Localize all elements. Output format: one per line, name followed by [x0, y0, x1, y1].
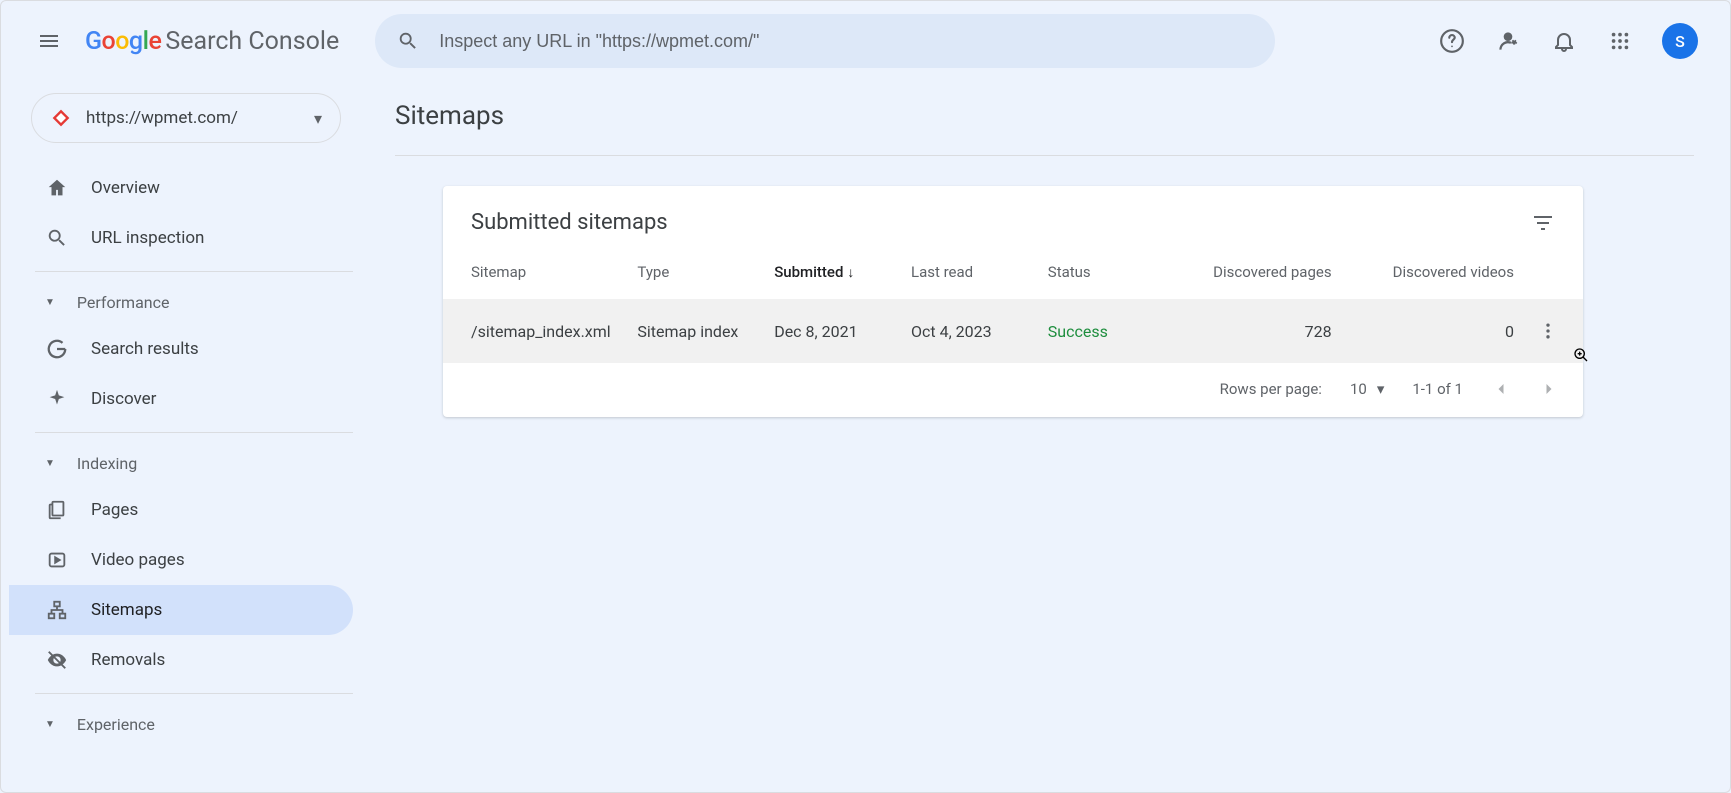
nav-label: Pages	[91, 500, 138, 520]
nav-video-pages[interactable]: Video pages	[9, 535, 353, 585]
menu-button[interactable]	[25, 17, 73, 65]
table-pagination: Rows per page: 10 ▾ 1-1 of 1	[443, 363, 1583, 417]
prev-page-button[interactable]	[1491, 379, 1511, 399]
removals-icon	[45, 649, 69, 671]
cell-discovered-videos: 0	[1344, 299, 1526, 363]
card-title: Submitted sitemaps	[471, 210, 668, 235]
nav-discover[interactable]: Discover	[9, 374, 353, 424]
rows-per-page-value: 10	[1350, 380, 1367, 398]
user-settings-button[interactable]	[1494, 27, 1522, 55]
avatar-initial: S	[1675, 32, 1685, 51]
url-inspect-search[interactable]	[375, 14, 1275, 68]
submitted-sitemaps-card: Submitted sitemaps Sitemap Type Submitte…	[443, 186, 1583, 417]
group-label: Indexing	[77, 454, 137, 473]
home-icon	[45, 177, 69, 199]
rows-per-page-select[interactable]: 10 ▾	[1350, 380, 1384, 398]
nav-url-inspection[interactable]: URL inspection	[9, 213, 353, 263]
nav-label: Video pages	[91, 550, 185, 570]
search-icon	[397, 30, 419, 52]
g-icon	[45, 338, 69, 360]
search-icon	[45, 227, 69, 249]
divider	[35, 271, 353, 272]
notifications-button[interactable]	[1550, 27, 1578, 55]
cell-discovered-pages: 728	[1173, 299, 1344, 363]
nav-sitemaps[interactable]: Sitemaps	[9, 585, 353, 635]
col-last-read[interactable]: Last read	[899, 243, 1036, 299]
account-avatar[interactable]: S	[1662, 23, 1698, 59]
page-title: Sitemaps	[395, 77, 1694, 156]
chevron-down-icon: ▾	[1377, 380, 1385, 398]
property-selector[interactable]: https://wpmet.com/ ▾	[31, 93, 341, 143]
filter-icon	[1531, 211, 1555, 235]
divider	[35, 693, 353, 694]
nav-group-performance[interactable]: ▼ Performance	[9, 280, 353, 324]
col-status[interactable]: Status	[1036, 243, 1173, 299]
chevron-right-icon	[1539, 379, 1559, 399]
cell-type: Sitemap index	[625, 299, 762, 363]
help-icon	[1439, 28, 1465, 54]
person-gear-icon	[1495, 28, 1521, 54]
nav-label: Removals	[91, 650, 165, 670]
col-sitemap[interactable]: Sitemap	[443, 243, 625, 299]
nav-group-experience[interactable]: ▼ Experience	[9, 702, 353, 746]
help-button[interactable]	[1438, 27, 1466, 55]
nav-pages[interactable]: Pages	[9, 485, 353, 535]
next-page-button[interactable]	[1539, 379, 1559, 399]
triangle-down-icon: ▼	[45, 719, 55, 730]
cell-status: Success	[1036, 299, 1173, 363]
video-icon	[45, 549, 69, 571]
nav-label: Search results	[91, 339, 199, 359]
property-url: https://wpmet.com/	[86, 108, 300, 128]
cell-submitted: Dec 8, 2021	[762, 299, 899, 363]
header: Google Search Console S	[9, 11, 1722, 71]
cell-last-read: Oct 4, 2023	[899, 299, 1036, 363]
rows-per-page-label: Rows per page:	[1220, 380, 1322, 398]
col-discovered-pages[interactable]: Discovered pages	[1173, 243, 1344, 299]
url-inspect-input[interactable]	[437, 30, 1253, 53]
chevron-down-icon: ▾	[314, 109, 322, 128]
nav-search-results[interactable]: Search results	[9, 324, 353, 374]
google-logo-text: Google	[85, 27, 161, 56]
arrow-down-icon: ↓	[847, 265, 854, 281]
filter-button[interactable]	[1531, 211, 1555, 235]
col-type[interactable]: Type	[625, 243, 762, 299]
col-discovered-videos[interactable]: Discovered videos	[1344, 243, 1526, 299]
discover-icon	[45, 388, 69, 410]
col-submitted[interactable]: Submitted↓	[762, 243, 899, 299]
apps-grid-icon	[1609, 30, 1631, 52]
divider	[35, 432, 353, 433]
nav-removals[interactable]: Removals	[9, 635, 353, 685]
nav-label: Sitemaps	[91, 600, 162, 620]
bell-icon	[1552, 29, 1576, 53]
hamburger-icon	[37, 29, 61, 53]
nav-label: URL inspection	[91, 228, 204, 248]
sidebar: https://wpmet.com/ ▾ Overview URL inspec…	[9, 71, 389, 746]
table-row[interactable]: /sitemap_index.xml Sitemap index Dec 8, …	[443, 299, 1583, 363]
nav-overview[interactable]: Overview	[9, 163, 353, 213]
apps-button[interactable]	[1606, 27, 1634, 55]
triangle-down-icon: ▼	[45, 458, 55, 469]
sitemap-icon	[45, 599, 69, 621]
nav-label: Discover	[91, 389, 156, 409]
product-name: Search Console	[165, 27, 339, 56]
more-vert-icon	[1538, 321, 1558, 341]
main: Sitemaps Submitted sitemaps Sitemap	[389, 71, 1722, 746]
group-label: Performance	[77, 293, 170, 312]
brand: Google Search Console	[85, 27, 339, 56]
zoom-icon	[1573, 347, 1591, 365]
nav-group-indexing[interactable]: ▼ Indexing	[9, 441, 353, 485]
cell-sitemap: /sitemap_index.xml	[443, 299, 625, 363]
triangle-down-icon: ▼	[45, 297, 55, 308]
pages-icon	[45, 499, 69, 521]
chevron-left-icon	[1491, 379, 1511, 399]
page-range: 1-1 of 1	[1412, 380, 1463, 398]
sitemaps-table: Sitemap Type Submitted↓ Last read Status…	[443, 243, 1583, 363]
property-favicon	[50, 107, 72, 129]
nav-label: Overview	[91, 178, 160, 198]
group-label: Experience	[77, 715, 155, 734]
